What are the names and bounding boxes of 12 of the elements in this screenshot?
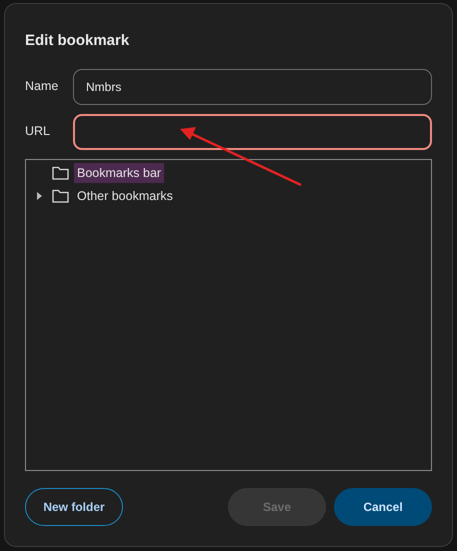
field-label: URL: [25, 123, 52, 140]
input-field[interactable]: [73, 114, 432, 150]
folder-icon: [52, 166, 69, 180]
dialog-title: Edit bookmark: [25, 31, 130, 51]
folder-icon: [52, 189, 69, 203]
dialog-button[interactable]: Cancel: [334, 488, 432, 526]
field-label: Name: [25, 78, 60, 96]
caret-icon[interactable]: [35, 192, 43, 200]
input-field[interactable]: Nmbrs: [73, 68, 432, 104]
tree-item[interactable]: Other bookmarks: [74, 186, 176, 206]
tree-item[interactable]: Bookmarks bar: [74, 162, 164, 184]
dialog-button[interactable]: New folder: [25, 488, 123, 526]
